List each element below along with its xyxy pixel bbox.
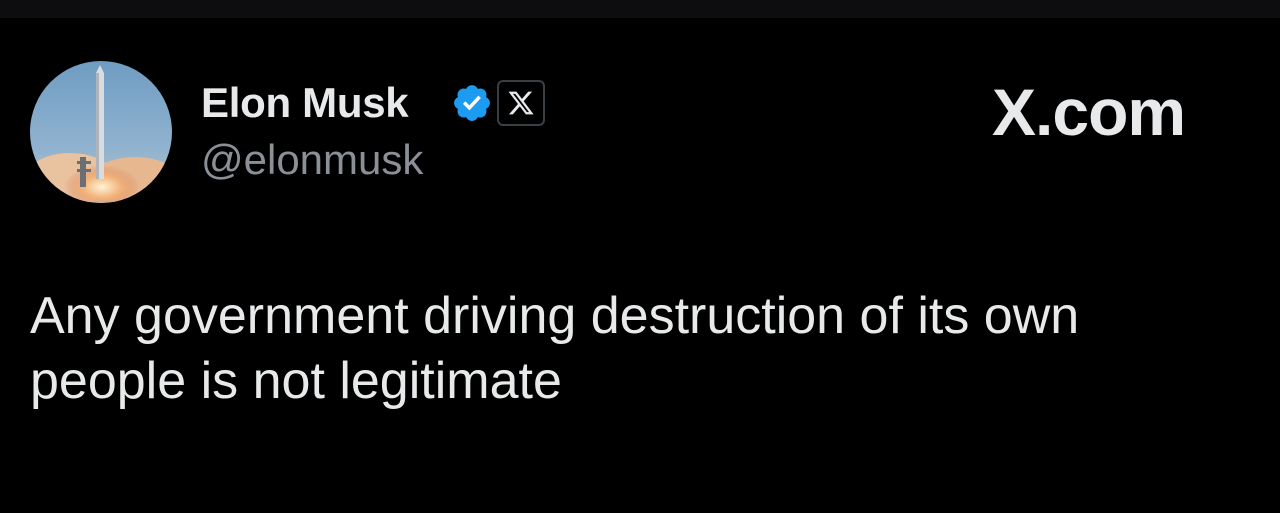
avatar[interactable] <box>30 61 172 203</box>
verified-badge-icon <box>451 82 493 124</box>
x-logo-icon <box>508 91 534 115</box>
author-handle[interactable]: @elonmusk <box>201 135 423 185</box>
site-logo: X.com <box>992 75 1186 149</box>
top-strip <box>0 0 1280 18</box>
tweet-card: Elon Musk @elonmusk X.com Any government… <box>0 18 1280 513</box>
author-display-name[interactable]: Elon Musk <box>201 78 409 128</box>
affiliate-badge <box>497 80 545 126</box>
tweet-text: Any government driving destruction of it… <box>30 287 1080 410</box>
rocket-launch-avatar-icon <box>30 61 172 203</box>
